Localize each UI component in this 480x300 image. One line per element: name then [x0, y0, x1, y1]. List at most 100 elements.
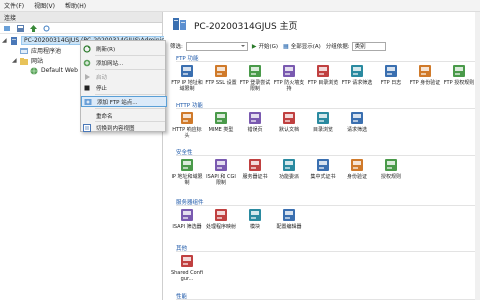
feature-item[interactable]: FTP 登录尝试限制 — [238, 64, 272, 92]
feature-icon — [282, 64, 296, 78]
menu-file[interactable]: 文件(F) — [4, 1, 24, 10]
feature-item[interactable]: FTP 防火墙支持 — [272, 64, 306, 92]
feature-item[interactable]: HTTP 响应标头 — [170, 111, 204, 139]
feature-icon — [214, 158, 228, 172]
group-by-label: 分组依据: — [325, 44, 350, 50]
feature-item[interactable]: ISAPI 筛选器 — [170, 208, 204, 230]
feature-label: FTP 请求筛选 — [341, 80, 373, 86]
up-icon[interactable] — [30, 24, 37, 32]
feature-item[interactable]: FTP IP 地址和域限制 — [170, 64, 204, 92]
menu-help[interactable]: 帮助(H) — [65, 1, 86, 10]
feature-item[interactable]: 处理程序映射 — [204, 208, 238, 230]
feature-icon — [350, 111, 364, 125]
menu-item-rename[interactable]: 重命名 — [81, 110, 167, 121]
feature-item[interactable]: FTP 目录浏览 — [306, 64, 340, 86]
group-by-select[interactable]: 类别 — [351, 41, 386, 51]
menu-item-refresh[interactable]: 刷新(R) — [81, 43, 167, 54]
menu-bar: 文件(F) 视图(V) 帮助(H) — [0, 0, 480, 12]
feature-icon — [248, 208, 262, 222]
server-icon — [10, 36, 18, 45]
feature-icon — [384, 158, 398, 172]
feature-item[interactable]: 身份验证 — [340, 158, 374, 180]
feature-item[interactable]: FTP 授权规则 — [442, 64, 476, 86]
tree-item-sites[interactable]: ◢ 网站 — [12, 56, 43, 65]
feature-item[interactable]: ISAPI 和 CGI 限制 — [204, 158, 238, 186]
collapse-icon[interactable]: ◢ — [12, 57, 20, 64]
feature-icon — [180, 158, 194, 172]
menu-view[interactable]: 视图(V) — [34, 1, 55, 10]
feature-item[interactable]: 默认文档 — [272, 111, 306, 133]
feature-label: FTP 日志 — [380, 80, 402, 86]
feature-item[interactable]: 服务器证书 — [238, 158, 272, 180]
tree-item-default-site-label: Default Web Si — [41, 67, 86, 74]
connections-header: 连接 — [0, 12, 162, 23]
connect-icon[interactable] — [4, 25, 11, 32]
feature-item[interactable]: IP 地址和域限制 — [170, 158, 204, 186]
menu-item-add-site[interactable]: 添加网站... — [81, 57, 167, 68]
feature-label: ISAPI 和 CGI 限制 — [206, 174, 236, 186]
feature-item[interactable]: 集中式证书 — [306, 158, 340, 180]
feature-label: FTP 登录尝试限制 — [239, 80, 271, 92]
feature-item[interactable]: 错误页 — [238, 111, 272, 133]
feature-label: FTP IP 地址和域限制 — [171, 80, 203, 92]
section-divider — [176, 155, 476, 156]
feature-label: FTP 目录浏览 — [307, 80, 339, 86]
feature-item[interactable]: 目录浏览 — [306, 111, 340, 133]
filter-input[interactable] — [185, 41, 248, 51]
start-icon — [83, 73, 91, 81]
feature-item[interactable]: 请求筛选 — [340, 111, 374, 133]
menu-item-label: 停止 — [96, 85, 108, 92]
feature-item[interactable]: FTP 请求筛选 — [340, 64, 374, 86]
feature-item[interactable]: 功能委派 — [272, 158, 306, 180]
feature-label: 处理程序映射 — [205, 224, 236, 230]
feature-label: 集中式证书 — [310, 174, 336, 180]
tree-item-sites-label: 网站 — [31, 58, 44, 65]
connections-toolbar — [0, 23, 162, 34]
feature-label: FTP 授权规则 — [443, 80, 475, 86]
section-divider — [176, 205, 476, 206]
menu-item-label: 重命名 — [96, 113, 113, 120]
feature-label: ISAPI 筛选器 — [172, 224, 202, 230]
go-button[interactable]: ▶ 开始(G) — [252, 42, 278, 51]
collapse-icon[interactable]: ◢ — [2, 37, 10, 44]
feature-item[interactable]: 授权规则 — [374, 158, 408, 180]
tree-item-app-pools[interactable]: 应用程序池 — [12, 46, 61, 55]
tree-item-default-site[interactable]: Default Web Si — [22, 66, 85, 75]
main-panel: PC-20200314GJUS 主页 筛选: ▶ 开始(G) ▦ 全部显示(A) 分… — [164, 12, 480, 300]
feature-icon — [248, 158, 262, 172]
feature-icon — [282, 158, 296, 172]
vertical-scrollbar[interactable] — [475, 12, 480, 300]
feature-label: HTTP 响应标头 — [172, 127, 202, 139]
feature-label: FTP 防火墙支持 — [273, 80, 305, 92]
menu-item-label: 启动 — [96, 74, 108, 81]
feature-item[interactable]: FTP 日志 — [374, 64, 408, 86]
menu-item-add-ftp-site[interactable]: 添加 FTP 站点... — [81, 96, 167, 107]
feature-icon — [248, 111, 262, 125]
menu-item-label: 刷新(R) — [96, 46, 116, 53]
section-divider — [176, 61, 476, 62]
refresh-icon[interactable] — [43, 25, 50, 32]
feature-icon — [180, 111, 194, 125]
menu-item-label: 添加 FTP 站点... — [97, 99, 138, 106]
add-ftp-icon — [84, 98, 92, 106]
menu-item-stop[interactable]: 停止 — [81, 82, 167, 93]
content-view-icon — [83, 123, 91, 132]
menu-item-content-view[interactable]: 切换到内容视图 — [81, 122, 167, 133]
save-icon[interactable] — [17, 24, 24, 32]
feature-item[interactable]: MIME 类型 — [204, 111, 238, 133]
menu-item-start[interactable]: 启动 — [81, 71, 167, 82]
menu-item-label: 添加网站... — [96, 60, 124, 67]
feature-label: 授权规则 — [380, 174, 401, 180]
feature-item[interactable]: FTP SSL 设置 — [204, 64, 238, 86]
feature-icon — [180, 208, 194, 222]
feature-icon — [180, 254, 194, 268]
show-all-button[interactable]: ▦ 全部显示(A) — [283, 42, 321, 51]
feature-icon — [282, 208, 296, 222]
feature-label: IP 地址和域限制 — [171, 174, 203, 186]
feature-item[interactable]: Shared Configur... — [170, 254, 204, 282]
feature-label: 身份验证 — [346, 174, 367, 180]
feature-item[interactable]: FTP 身份验证 — [408, 64, 442, 86]
feature-label: Shared Configur... — [170, 270, 204, 282]
feature-item[interactable]: 模块 — [238, 208, 272, 230]
feature-item[interactable]: 配置编辑器 — [272, 208, 306, 230]
